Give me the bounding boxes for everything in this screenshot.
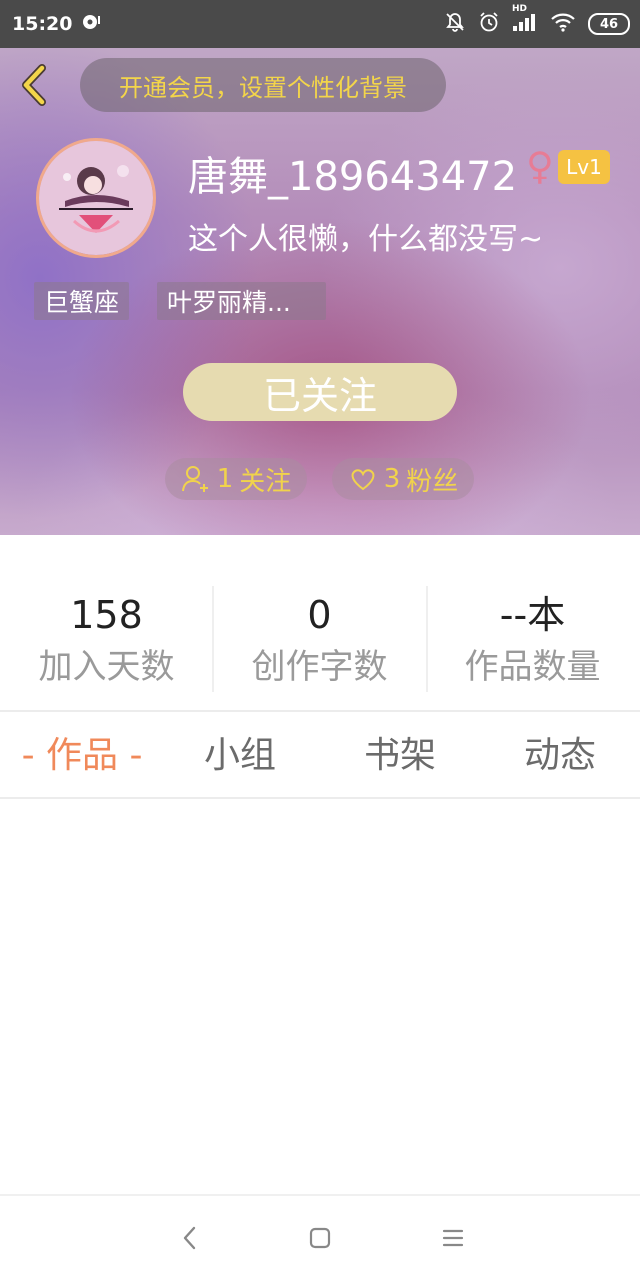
system-nav-bar	[0, 1196, 640, 1280]
avatar-image	[39, 141, 153, 255]
stats-panel: 158 加入天数 0 创作字数 --本 作品数量	[0, 535, 640, 711]
stat-label: 加入天数	[38, 647, 175, 687]
back-button[interactable]	[14, 62, 54, 108]
status-bar: 15:20 HD 46	[0, 0, 640, 48]
profile-header: 开通会员，设置个性化背景 唐舞_189643472 ♀ Lv1 这个人很懒，什么…	[0, 48, 640, 535]
mute-icon	[444, 11, 466, 37]
profile-tag: 巨蟹座	[34, 282, 130, 320]
media-icon	[82, 13, 104, 35]
username: 唐舞_189643472	[188, 154, 518, 200]
status-time: 15:20	[12, 13, 73, 35]
battery-icon: 46	[588, 13, 630, 35]
following-button[interactable]: 1 关注	[165, 458, 307, 500]
tab-bookshelf[interactable]: 书架	[320, 724, 480, 788]
stat-works-count: --本 作品数量	[426, 587, 639, 691]
tab-groups[interactable]: 小组	[160, 724, 320, 788]
heart-icon	[351, 469, 375, 491]
following-label: 关注	[239, 466, 292, 497]
female-icon: ♀	[526, 144, 554, 188]
signal-icon: HD	[512, 4, 538, 36]
add-user-icon	[181, 466, 208, 492]
stat-value: 158	[70, 593, 143, 637]
nav-back-button[interactable]	[165, 1216, 215, 1260]
nav-home-button[interactable]	[295, 1216, 345, 1260]
following-count: 1	[216, 464, 234, 494]
home-icon	[309, 1227, 331, 1249]
level-badge: Lv1	[558, 150, 610, 184]
stat-value: 0	[307, 593, 332, 637]
divider	[0, 710, 640, 712]
user-bio: 这个人很懒，什么都没写~	[188, 222, 544, 257]
stat-days-joined: 158 加入天数	[0, 587, 213, 691]
tab-activity[interactable]: 动态	[480, 724, 640, 788]
avatar[interactable]	[36, 138, 156, 258]
stat-label: 作品数量	[464, 647, 601, 687]
alarm-icon	[478, 11, 500, 37]
content-area	[0, 799, 640, 1195]
stat-word-count: 0 创作字数	[213, 587, 426, 691]
stat-label: 创作字数	[251, 647, 388, 687]
stat-value: --本	[499, 593, 566, 637]
vip-background-banner[interactable]: 开通会员，设置个性化背景	[80, 58, 446, 112]
followers-count: 3	[383, 464, 401, 494]
back-icon	[183, 1226, 196, 1250]
divider	[212, 586, 214, 692]
battery-level: 46	[599, 16, 619, 32]
followers-label: 粉丝	[406, 466, 459, 497]
wifi-icon	[550, 12, 576, 36]
tab-works[interactable]: - 作品 -	[2, 724, 162, 788]
divider	[426, 586, 428, 692]
follow-button[interactable]: 已关注	[183, 363, 457, 421]
profile-tag: 叶罗丽精...	[157, 282, 326, 320]
nav-menu-button[interactable]	[428, 1216, 478, 1260]
chevron-left-icon	[22, 64, 46, 106]
network-badge: HD	[512, 4, 528, 14]
menu-icon	[442, 1229, 464, 1247]
followers-button[interactable]: 3 粉丝	[332, 458, 474, 500]
